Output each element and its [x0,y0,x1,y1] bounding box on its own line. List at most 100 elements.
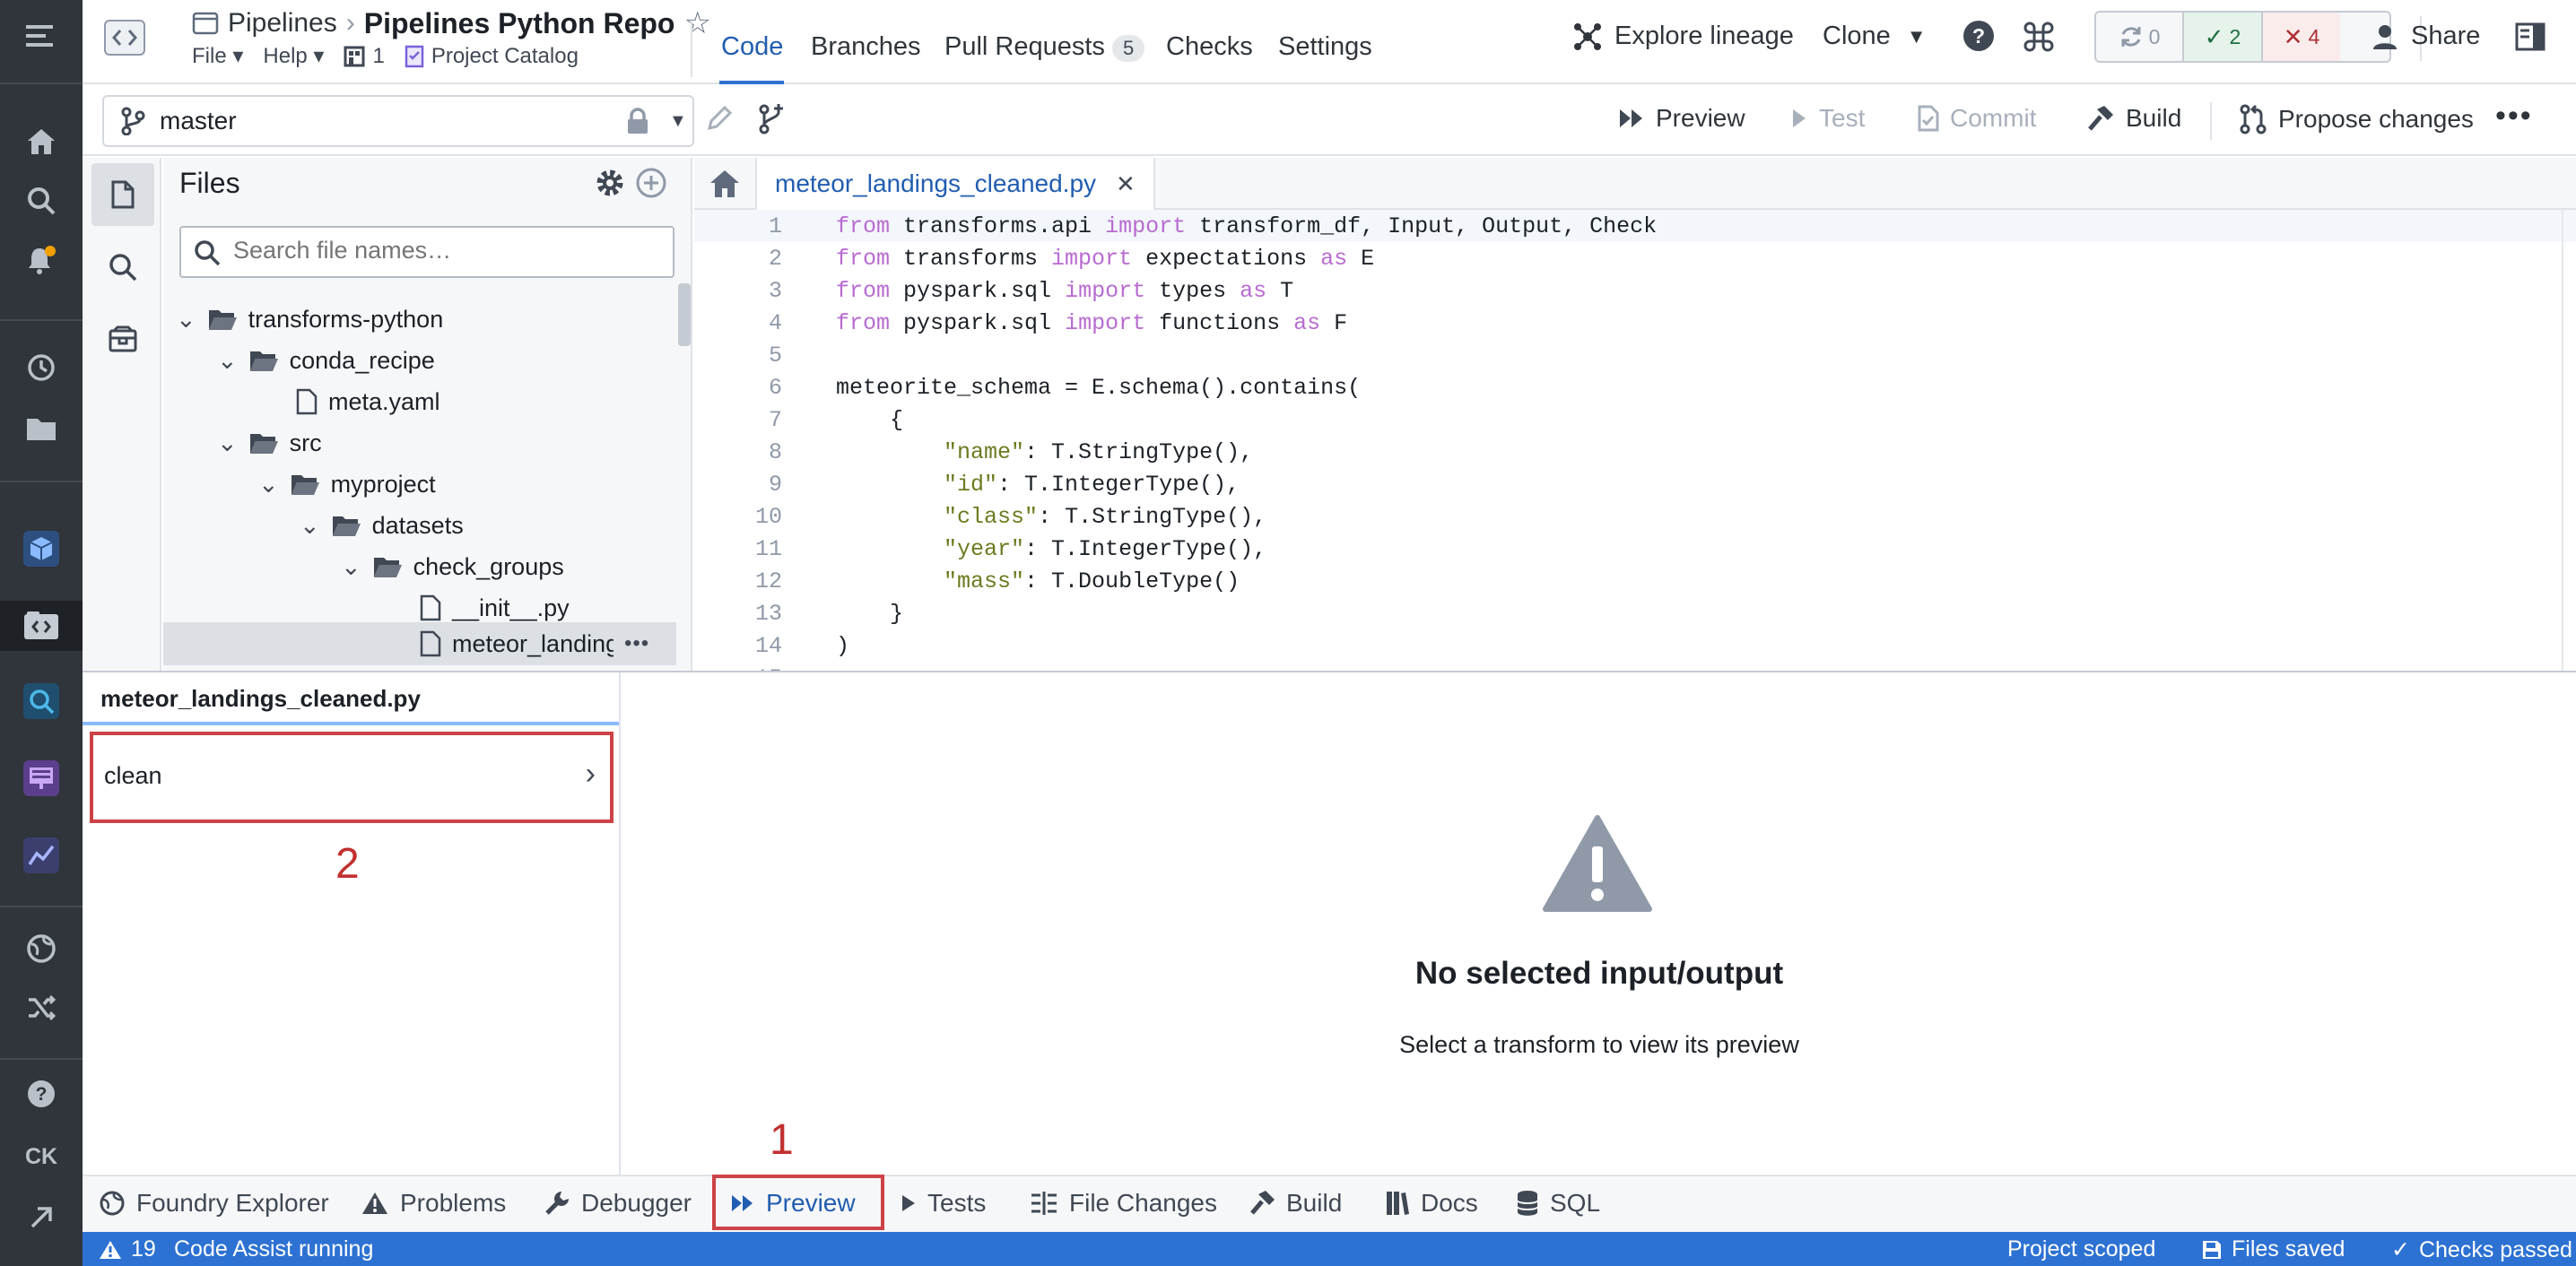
sidebar-view-tabs [83,158,161,671]
preview-content-pane: No selected input/output Select a transf… [622,672,2576,1175]
files-view-tab[interactable] [91,163,154,226]
code-line: 3 from pyspark.sql import types as T [768,277,1294,304]
branch-selector[interactable]: master ▼ [102,95,694,147]
tree-file-meta-yaml[interactable]: meta.yaml [296,381,440,422]
commit-button[interactable]: Commit [1918,104,2036,133]
shuffle-icon[interactable] [0,983,83,1033]
expand-icon[interactable] [0,1192,83,1243]
editor-tab-active[interactable]: meteor_landings_cleaned.py ✕ [755,158,1155,210]
help-icon[interactable]: ? [0,1069,83,1119]
new-branch-icon[interactable] [757,102,788,134]
files-saved-status[interactable]: Files saved [2201,1236,2345,1262]
search-icon[interactable] [0,176,83,226]
tab-sql[interactable]: SQL [1516,1189,1600,1218]
wrench-icon [545,1192,569,1215]
pull-requests-count-badge: 5 [1111,35,1145,62]
empty-state-subtitle: Select a transform to view its preview [1399,1031,1799,1058]
tab-tests[interactable]: Tests [901,1189,986,1218]
workshop-app-icon[interactable] [0,753,83,803]
editor-scrollbar[interactable] [2562,210,2576,671]
tab-docs[interactable]: Docs [1385,1189,1478,1218]
share-button[interactable]: Share [2371,22,2480,51]
file-search-input[interactable] [233,237,655,264]
clone-dropdown[interactable]: Clone ▼ [1823,22,1927,51]
code-repositories-app-icon[interactable] [0,601,83,651]
tab-pull-requests[interactable]: Pull Requests 5 [944,32,1145,62]
tree-folder-transforms-python[interactable]: ⌄ transforms-python [176,299,443,340]
more-options-icon[interactable]: ••• [2495,99,2533,134]
home-icon[interactable] [0,117,83,167]
play-icon [1793,109,1806,127]
chevron-down-icon: ⌄ [217,346,238,374]
editor-tabs: meteor_landings_cleaned.py ✕ [694,158,2576,210]
project-scope-status[interactable]: Project scoped [2007,1236,2155,1262]
star-icon[interactable]: ☆ [683,5,710,41]
help-menu[interactable]: Help ▾ [263,43,324,69]
tab-settings[interactable]: Settings [1278,32,1372,62]
propose-changes-button[interactable]: Propose changes [2239,104,2474,134]
history-icon[interactable] [0,343,83,393]
tab-branches[interactable]: Branches [811,32,921,62]
code-line: 2 from transforms import expectations as … [768,245,1375,272]
annotation-label-1: 1 [770,1116,794,1164]
tab-foundry-explorer[interactable]: Foundry Explorer [99,1189,329,1218]
close-tab-icon[interactable]: ✕ [1116,170,1136,198]
user-avatar[interactable]: CK [0,1132,83,1182]
folder-icon[interactable] [0,403,83,454]
project-catalog-link[interactable]: Project Catalog [405,44,579,69]
tree-folder-conda-recipe[interactable]: ⌄ conda_recipe [217,340,435,381]
folder-open-icon [332,516,361,536]
file-search-field[interactable] [179,226,674,278]
notifications-icon[interactable] [0,235,83,285]
tab-debugger[interactable]: Debugger [544,1189,692,1218]
test-button[interactable]: Test [1790,104,1865,133]
transform-list-item-clean[interactable]: clean › [90,732,614,823]
tree-folder-myproject[interactable]: ⌄ myproject [258,464,436,505]
svg-text:?: ? [1972,24,1985,48]
globe-icon[interactable] [0,923,83,974]
code-area[interactable]: 1 from transforms.api import transform_df… [694,210,2576,671]
tab-file-changes[interactable]: File Changes [1030,1189,1217,1218]
panel-layout-icon[interactable] [2515,22,2546,52]
files-scrollbar[interactable] [678,283,691,346]
settings-icon[interactable] [594,167,626,199]
menu-icon[interactable] [0,11,83,61]
branch-count[interactable]: 1 [344,44,385,69]
breadcrumb-parent[interactable]: Pipelines [228,8,337,39]
command-palette-icon[interactable] [2023,22,2054,52]
repo-title[interactable]: Pipelines Python Repo [364,7,675,40]
search-view-tab[interactable] [91,240,154,294]
checks-passed: ✓ 2 [2182,13,2261,61]
file-options-icon[interactable]: ••• [624,631,649,656]
analytics-app-icon[interactable] [0,830,83,880]
pane-active-indicator [83,722,619,725]
tab-build[interactable]: Build [1249,1189,1342,1218]
checks-status[interactable]: ✓ Checks passed [2391,1236,2572,1263]
tree-file-meteor-landings-cleaned[interactable]: meteor_landing ••• [420,623,649,664]
home-tab-icon[interactable] [709,169,741,199]
preview-button[interactable]: Preview [1618,104,1745,133]
file-menu[interactable]: File ▾ [192,43,243,69]
tree-folder-check-groups[interactable]: ⌄ check_groups [341,546,564,587]
code-assist-status[interactable]: Code Assist running [174,1236,373,1262]
tab-checks[interactable]: Checks [1166,32,1253,62]
add-file-icon[interactable] [635,167,667,199]
build-button[interactable]: Build [2086,104,2181,133]
edit-branch-icon[interactable] [705,104,734,133]
help-icon[interactable]: ? [1962,20,1995,52]
editor-toolbar: master ▼ Preview Test Commit Build Propo… [83,86,2576,156]
object-explorer-app-icon[interactable] [0,676,83,726]
tree-folder-src[interactable]: ⌄ src [217,422,322,464]
cube-app-icon[interactable] [0,524,83,574]
tree-folder-datasets[interactable]: ⌄ datasets [300,505,464,546]
search-icon [195,240,221,266]
tab-problems[interactable]: Problems [361,1189,506,1218]
code-line: 6 meteorite_schema = E.schema().contains( [768,374,1362,401]
warnings-count[interactable]: 19 [99,1236,156,1262]
explore-lineage-button[interactable]: Explore lineage [1573,22,1794,51]
files-panel: Files ⌄ transforms-python ⌄ conda_recipe… [163,158,692,671]
checks-summary[interactable]: 0 ✓ 2 ✕ 4 [2094,11,2391,63]
status-bar: 19 Code Assist running Project scoped Fi… [83,1232,2576,1266]
libraries-view-tab[interactable] [91,312,154,366]
tab-code[interactable]: Code [721,32,783,62]
